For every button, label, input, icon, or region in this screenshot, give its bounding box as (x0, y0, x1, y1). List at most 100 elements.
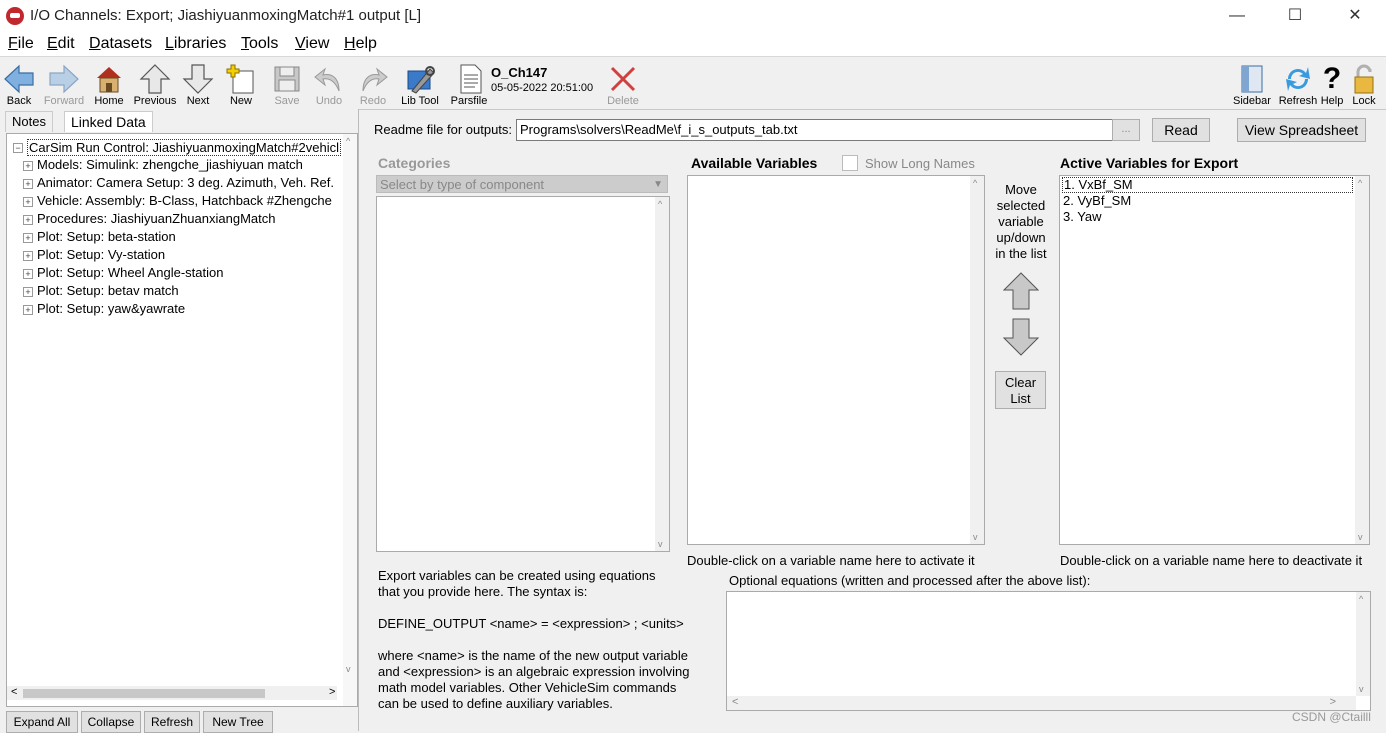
tree-item[interactable]: Procedures: JiashiyuanZhuanxiangMatch (37, 211, 275, 226)
list-item[interactable]: 1. VxBf_SM (1062, 177, 1353, 193)
tree-item[interactable]: Plot: Setup: yaw&yawrate (37, 301, 185, 316)
menu-datasets[interactable]: Datasets (89, 35, 152, 53)
scroll-up-icon[interactable]: ^ (658, 199, 662, 209)
readme-label: Readme file for outputs: (374, 122, 513, 137)
list-item[interactable]: 3. Yaw (1063, 209, 1102, 224)
move-instructions: Move selected variable up/down in the li… (995, 182, 1047, 261)
maximize-button[interactable]: ☐ (1272, 0, 1318, 32)
lock-icon (1354, 64, 1374, 94)
active-scrollbar[interactable]: ^ v (1355, 176, 1369, 544)
clear-list-button[interactable]: Clear List (995, 371, 1046, 409)
redo-button[interactable]: Redo (350, 61, 396, 109)
scroll-left-icon[interactable]: < (732, 696, 738, 708)
menu-edit[interactable]: Edit (47, 35, 75, 53)
scroll-thumb[interactable] (23, 689, 265, 698)
tree-item[interactable]: Plot: Setup: beta-station (37, 229, 176, 244)
scroll-down-icon[interactable]: v (346, 664, 351, 674)
parsfile-document-icon (460, 64, 482, 94)
parsfile-button[interactable]: Parsfile (446, 61, 492, 109)
equations-textarea[interactable]: ^ v < > (726, 591, 1371, 711)
expand-icon[interactable]: + (23, 179, 33, 189)
available-scrollbar[interactable]: ^ v (970, 176, 984, 544)
menu-tools[interactable]: Tools (241, 35, 278, 53)
menu-view[interactable]: View (295, 35, 329, 53)
read-button[interactable]: Read (1152, 118, 1210, 142)
categories-select[interactable]: Select by type of component ▼ (376, 175, 668, 193)
active-variables-title: Active Variables for Export (1060, 155, 1239, 171)
expand-icon[interactable]: + (23, 197, 33, 207)
categories-title: Categories (378, 155, 451, 171)
title-bar: I/O Channels: Export; JiashiyuanmoxingMa… (0, 0, 1386, 32)
scroll-up-icon[interactable]: ^ (973, 178, 977, 188)
scroll-down-icon[interactable]: v (658, 539, 663, 549)
tree-root[interactable]: CarSim Run Control: JiashiyuanmoxingMatc… (27, 139, 341, 156)
show-long-names-checkbox[interactable] (842, 155, 858, 171)
new-document-icon (226, 64, 254, 94)
expand-icon[interactable]: + (23, 305, 33, 315)
tree-item[interactable]: Animator: Camera Setup: 3 deg. Azimuth, … (37, 175, 334, 190)
expand-icon[interactable]: + (23, 161, 33, 171)
browse-button[interactable]: ... (1112, 119, 1140, 141)
list-item[interactable]: 2. VyBf_SM (1063, 193, 1131, 208)
undo-icon (314, 67, 340, 92)
tab-notes[interactable]: Notes (5, 111, 53, 132)
save-disk-icon (274, 66, 300, 92)
scroll-left-icon[interactable]: < (11, 686, 17, 698)
lock-button[interactable]: Lock (1341, 61, 1386, 109)
view-spreadsheet-button[interactable]: View Spreadsheet (1237, 118, 1366, 142)
scroll-down-icon[interactable]: v (1359, 684, 1364, 694)
equations-help-text: Export variables can be created using eq… (378, 568, 690, 711)
chevron-down-icon: ▼ (653, 179, 663, 190)
equations-scrollbar[interactable]: ^ v (1356, 592, 1370, 696)
move-up-arrow-icon[interactable] (1003, 272, 1039, 310)
close-button[interactable]: ✕ (1332, 0, 1378, 32)
collapse-icon[interactable]: − (13, 143, 23, 153)
expand-all-button[interactable]: Expand All (6, 711, 78, 733)
menu-file[interactable]: File (8, 35, 34, 53)
tree-item[interactable]: Plot: Setup: betav match (37, 283, 179, 298)
scroll-up-icon[interactable]: ^ (1358, 178, 1362, 188)
tree-vertical-scrollbar[interactable]: ^ v (343, 134, 357, 706)
delete-button[interactable]: Delete (600, 61, 646, 109)
expand-icon[interactable]: + (23, 215, 33, 225)
move-down-arrow-icon[interactable] (1003, 318, 1039, 356)
available-hint: Double-click on a variable name here to … (687, 553, 975, 568)
expand-icon[interactable]: + (23, 233, 33, 243)
tree-item[interactable]: Plot: Setup: Vy-station (37, 247, 165, 262)
refresh-tree-button[interactable]: Refresh (144, 711, 200, 733)
expand-icon[interactable]: + (23, 251, 33, 261)
expand-icon[interactable]: + (23, 269, 33, 279)
categories-scrollbar[interactable]: ^ v (655, 197, 669, 551)
show-long-names-label: Show Long Names (865, 156, 975, 171)
tools-icon (407, 66, 435, 94)
scroll-right-icon[interactable]: > (329, 686, 335, 698)
menu-bar: File Edit Datasets Libraries Tools View … (0, 32, 1386, 56)
scroll-down-icon[interactable]: v (1358, 532, 1363, 542)
tab-linked-data[interactable]: Linked Data (64, 111, 153, 132)
collapse-button[interactable]: Collapse (81, 711, 141, 733)
linked-data-tree: CarSim Run Control: JiashiyuanmoxingMatc… (6, 133, 358, 707)
active-variables-list[interactable]: 1. VxBf_SM 2. VyBf_SM 3. Yaw ^ v (1059, 175, 1370, 545)
tree-horizontal-scrollbar[interactable]: < > (7, 686, 337, 700)
readme-path-input[interactable]: Programs\solvers\ReadMe\f_i_s_outputs_ta… (516, 119, 1113, 141)
tree-item[interactable]: Models: Simulink: zhengche_jiashiyuan ma… (37, 157, 303, 172)
dataset-name: O_Ch147 (491, 65, 548, 80)
available-variables-title: Available Variables (691, 155, 818, 171)
lib-tool-button[interactable]: Lib Tool (397, 61, 443, 109)
active-hint: Double-click on a variable name here to … (1060, 553, 1363, 568)
scroll-down-icon[interactable]: v (973, 532, 978, 542)
menu-libraries[interactable]: Libraries (165, 35, 226, 53)
categories-list[interactable]: ^ v (376, 196, 670, 552)
available-variables-list[interactable]: ^ v (687, 175, 985, 545)
tree-item[interactable]: Plot: Setup: Wheel Angle-station (37, 265, 223, 280)
new-tree-button[interactable]: New Tree (203, 711, 273, 733)
equations-hscrollbar[interactable]: < > (727, 696, 1356, 710)
minimize-button[interactable]: — (1214, 0, 1260, 32)
tree-item[interactable]: Vehicle: Assembly: B-Class, Hatchback #Z… (37, 193, 332, 208)
expand-icon[interactable]: + (23, 287, 33, 297)
scroll-right-icon[interactable]: > (1330, 696, 1336, 708)
scroll-up-icon[interactable]: ^ (346, 136, 350, 146)
scroll-up-icon[interactable]: ^ (1359, 594, 1363, 604)
sidebar-icon (1241, 65, 1263, 93)
menu-help[interactable]: Help (344, 35, 377, 53)
